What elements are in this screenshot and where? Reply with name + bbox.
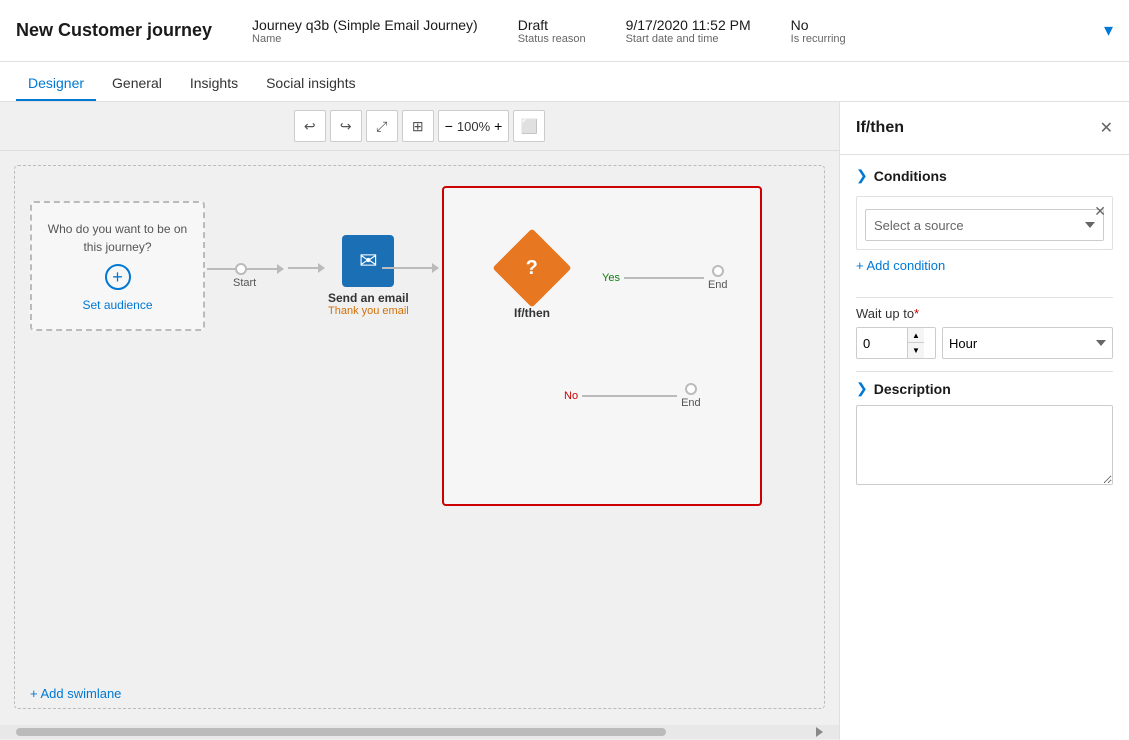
email-node-label: Send an email [328, 291, 409, 305]
zoom-in-button[interactable]: + [494, 118, 502, 134]
tab-designer[interactable]: Designer [16, 67, 96, 101]
description-chevron-icon: ❯ [856, 380, 868, 397]
email-node-box: ✉ [342, 235, 394, 287]
header-expand[interactable]: ▾ [1104, 20, 1113, 41]
right-panel: If/then ✕ ❯ Conditions ✕ Select a source… [839, 102, 1129, 740]
zoom-out-button[interactable]: − [445, 118, 453, 134]
status-label: Status reason [518, 33, 586, 45]
tab-insights[interactable]: Insights [178, 67, 250, 101]
add-condition-link[interactable]: + Add condition [856, 258, 1113, 273]
conditions-header[interactable]: ❯ Conditions [856, 167, 1113, 184]
select-source-wrapper: Select a source [865, 209, 1104, 241]
condition-card: ✕ Select a source [856, 196, 1113, 250]
status-value: Draft [518, 17, 586, 33]
select-source-dropdown[interactable]: Select a source [865, 209, 1104, 241]
journey-name-label: Name [252, 33, 478, 45]
set-audience-link[interactable]: Set audience [82, 298, 152, 312]
conditions-chevron-icon: ❯ [856, 167, 868, 184]
recurring-value: No [791, 17, 846, 33]
app-header: New Customer journey Journey q3b (Simple… [0, 0, 1129, 62]
no-branch: No End [564, 383, 701, 409]
fit-button[interactable]: ⤢ [366, 110, 398, 142]
panel-header: If/then ✕ [840, 102, 1129, 155]
add-swimlane-label: + Add swimlane [30, 686, 121, 701]
panel-title: If/then [856, 119, 904, 137]
stepper-down-button[interactable]: ▼ [908, 343, 924, 358]
add-swimlane-button[interactable]: + Add swimlane [30, 686, 121, 701]
recurring-label: Is recurring [791, 33, 846, 45]
arrow-audience-start [207, 263, 284, 275]
zoom-controls: − 100% + [438, 110, 510, 142]
wait-inputs: ▲ ▼ Hour Minute Day [856, 327, 1113, 359]
wait-section: Wait up to* ▲ ▼ Hour Minute Day [840, 298, 1129, 371]
conditions-section: ❯ Conditions ✕ Select a source + Add con… [840, 155, 1129, 297]
header-meta: Journey q3b (Simple Email Journey) Name … [252, 17, 1104, 45]
canvas-drawing-area[interactable]: Who do you want to be on this journey? +… [0, 151, 839, 739]
designer-canvas: ↩ ↪ ⤢ ⊞ − 100% + ⬜ Who do you want to be… [0, 102, 839, 740]
ifthen-label: If/then [514, 306, 550, 320]
zoom-level: 100% [457, 119, 490, 134]
wait-unit-select[interactable]: Hour Minute Day [942, 327, 1113, 359]
audience-text: Who do you want to be on this journey? [32, 220, 203, 256]
meta-recurring: No Is recurring [791, 17, 846, 45]
arrow-start-email [288, 263, 325, 273]
yes-label: Yes [602, 272, 620, 284]
arrow-email-ifthen [382, 263, 439, 273]
email-icon: ✉ [359, 248, 377, 274]
horizontal-scrollbar[interactable] [0, 725, 839, 739]
meta-status: Draft Status reason [518, 17, 586, 45]
meta-name: Journey q3b (Simple Email Journey) Name [252, 17, 478, 45]
fullscreen-button[interactable]: ⬜ [513, 110, 545, 142]
expand-chevron-icon[interactable]: ▾ [1104, 20, 1113, 41]
meta-startdate: 9/17/2020 11:52 PM Start date and time [626, 17, 751, 45]
tab-general[interactable]: General [100, 67, 174, 101]
description-header[interactable]: ❯ Description [856, 380, 1113, 397]
grid-button[interactable]: ⊞ [402, 110, 434, 142]
no-label: No [564, 390, 578, 402]
wait-stepper: ▲ ▼ [907, 328, 924, 358]
email-node-sub: Thank you email [328, 305, 409, 317]
ifthen-selection-box: ? If/then Yes End No [442, 186, 762, 506]
panel-close-button[interactable]: ✕ [1100, 118, 1113, 138]
wait-label: Wait up to* [856, 306, 1113, 321]
wait-number-input: ▲ ▼ [856, 327, 936, 359]
stepper-up-button[interactable]: ▲ [908, 328, 924, 343]
yes-branch: Yes End [602, 265, 728, 291]
ifthen-symbol: ? [526, 257, 538, 280]
page-title: New Customer journey [16, 20, 212, 41]
conditions-title: Conditions [874, 168, 947, 184]
add-audience-button[interactable]: + [105, 264, 131, 290]
description-section: ❯ Description [840, 372, 1129, 500]
email-node[interactable]: ✉ Send an email Thank you email [328, 235, 409, 317]
undo-button[interactable]: ↩ [294, 110, 326, 142]
ifthen-node[interactable]: ? If/then [504, 240, 560, 320]
tab-bar: Designer General Insights Social insight… [0, 62, 1129, 102]
main-area: ↩ ↪ ⤢ ⊞ − 100% + ⬜ Who do you want to be… [0, 102, 1129, 740]
canvas-toolbar: ↩ ↪ ⤢ ⊞ − 100% + ⬜ [0, 102, 839, 151]
wait-label-text: Wait up to [856, 306, 914, 321]
description-textarea[interactable] [856, 405, 1113, 485]
wait-value-input[interactable] [857, 336, 907, 351]
yes-end-label: End [708, 279, 728, 291]
startdate-label: Start date and time [626, 33, 751, 45]
wait-required-mark: * [914, 306, 919, 321]
audience-box[interactable]: Who do you want to be on this journey? +… [30, 201, 205, 331]
startdate-value: 9/17/2020 11:52 PM [626, 17, 751, 33]
start-label: Start [233, 277, 256, 289]
no-end-label: End [681, 397, 701, 409]
redo-button[interactable]: ↪ [330, 110, 362, 142]
scroll-thumb[interactable] [16, 728, 666, 736]
scroll-right-arrow[interactable] [816, 727, 823, 737]
description-title: Description [874, 381, 951, 397]
journey-name-value: Journey q3b (Simple Email Journey) [252, 17, 478, 33]
tab-social-insights[interactable]: Social insights [254, 67, 368, 101]
condition-close-button[interactable]: ✕ [1094, 203, 1106, 220]
